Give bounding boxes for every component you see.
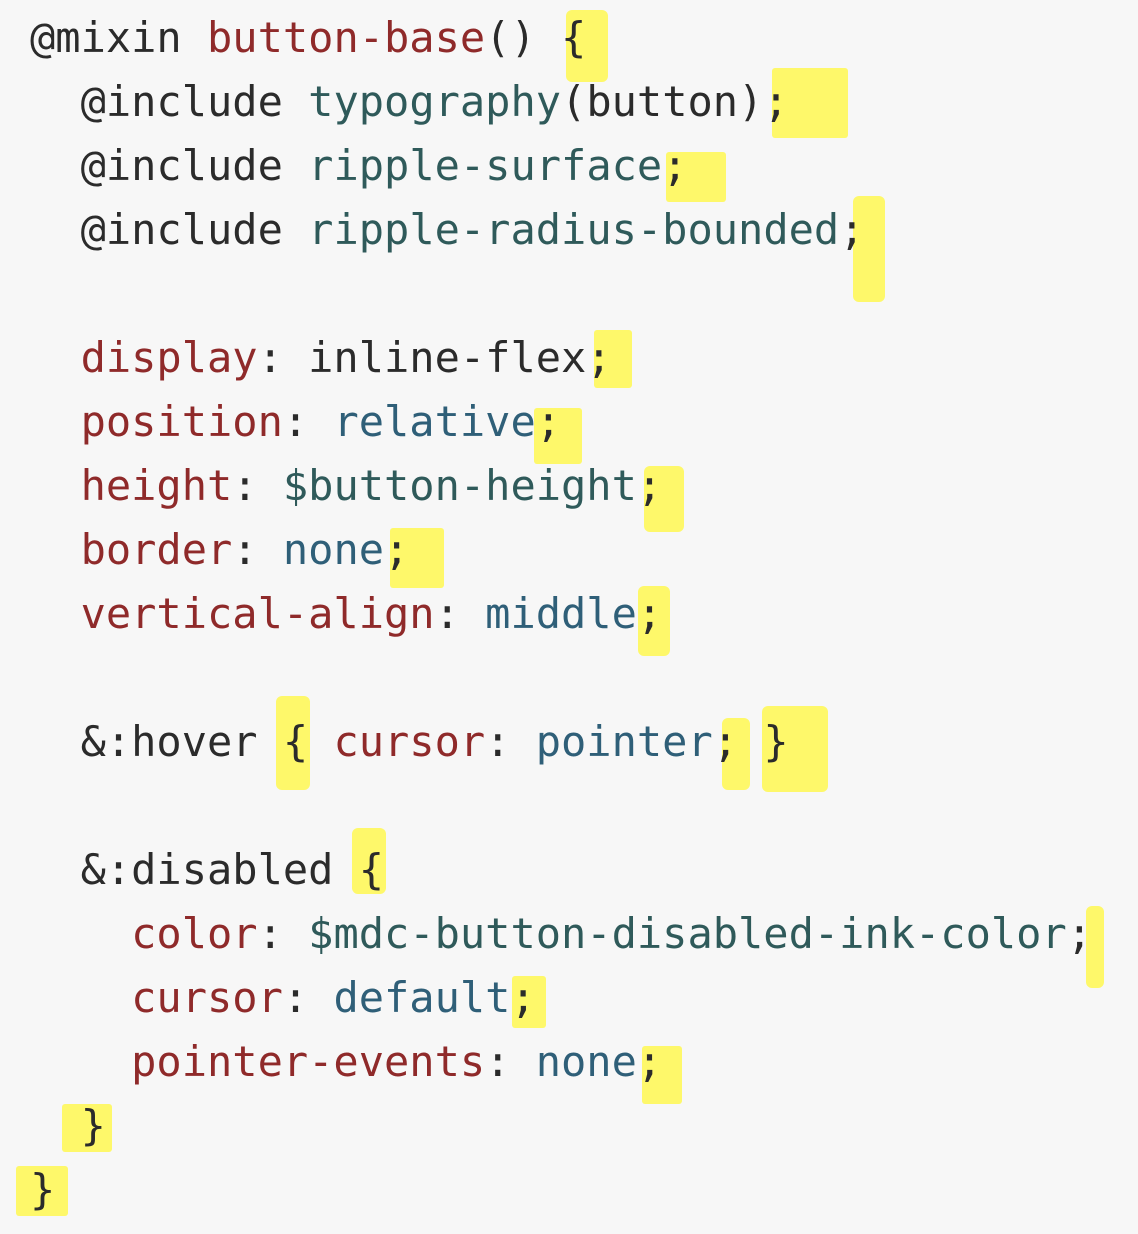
code-token: default <box>333 973 511 1022</box>
code-token: ; <box>384 525 410 574</box>
code-token: color <box>30 909 258 958</box>
code-token: : <box>232 525 283 574</box>
code-line: display: inline-flex; <box>30 326 612 390</box>
code-token: ; <box>636 589 663 638</box>
code-token: cursor <box>30 973 283 1022</box>
code-line: border: none; <box>30 518 410 582</box>
code-token: ripple-radius-bounded <box>308 205 840 254</box>
code-token: : <box>257 909 309 958</box>
code-token: @include <box>30 77 283 126</box>
code-line: @include ripple-radius-bounded; <box>30 198 865 262</box>
code-token: @include <box>30 205 283 254</box>
code-line: pointer-events: none; <box>30 1030 662 1094</box>
code-token: ; <box>636 461 663 510</box>
code-token: ; <box>535 397 562 446</box>
code-token: relative <box>333 397 536 446</box>
code-token: cursor <box>333 717 486 766</box>
code-line: @include typography(button); <box>30 70 789 134</box>
code-token: @include <box>30 141 283 190</box>
code-line: @include ripple-surface; <box>30 134 688 198</box>
code-token: middle <box>485 589 637 638</box>
code-line: @mixin button-base() { <box>30 6 586 70</box>
code-line: height: $button-height; <box>30 454 663 518</box>
code-token: position <box>30 397 283 446</box>
code-token: pointer <box>535 717 713 766</box>
code-token: ; <box>1066 909 1093 958</box>
code-token: $mdc-button-disabled-ink-color <box>308 909 1067 958</box>
code-line: &:hover { cursor: pointer; } <box>30 710 789 774</box>
code-token: typography <box>308 77 562 126</box>
code-token: : <box>485 1037 536 1086</box>
code-token: none <box>282 525 385 574</box>
code-line: &:disabled { <box>30 838 384 902</box>
code-line: vertical-align: middle; <box>30 582 663 646</box>
code-token: $button-height <box>282 461 637 510</box>
code-line: } <box>30 1158 55 1222</box>
code-token: ; <box>636 1037 663 1086</box>
code-token: &:hover <box>30 717 258 766</box>
code-token: pointer-events <box>30 1037 486 1086</box>
code-token: vertical-align <box>30 589 435 638</box>
code-token: : <box>282 973 334 1022</box>
code-token: none <box>535 1037 637 1086</box>
code-token: : <box>485 717 536 766</box>
code-token: ripple-surface <box>308 141 663 190</box>
code-line: position: relative; <box>30 390 561 454</box>
code-token: () { <box>485 13 587 62</box>
code-token: @mixin <box>30 13 182 62</box>
code-line: color: $mdc-button-disabled-ink-color; <box>30 902 1092 966</box>
code-token: { <box>333 845 385 894</box>
code-token: } <box>30 1165 56 1214</box>
code-token: ; <box>510 973 536 1022</box>
code-token: button-base <box>207 13 486 62</box>
code-token: height <box>30 461 233 510</box>
code-token: display <box>30 333 258 382</box>
code-token: ; <box>839 205 865 254</box>
code-line: } <box>30 1094 106 1158</box>
code-token: ; } <box>712 717 789 766</box>
code-line: cursor: default; <box>30 966 536 1030</box>
code-token: border <box>30 525 233 574</box>
code-token: ; <box>662 141 688 190</box>
code-token: (button); <box>561 77 789 126</box>
code-token: : <box>434 589 486 638</box>
code-token: : <box>232 461 283 510</box>
code-token: : inline-flex; <box>257 333 612 382</box>
code-token: { <box>257 717 334 766</box>
code-block: @mixin button-base() { @include typograp… <box>0 0 1138 1234</box>
code-token: : <box>282 397 334 446</box>
code-token: &:disabled <box>30 845 334 894</box>
code-token: } <box>30 1101 106 1150</box>
